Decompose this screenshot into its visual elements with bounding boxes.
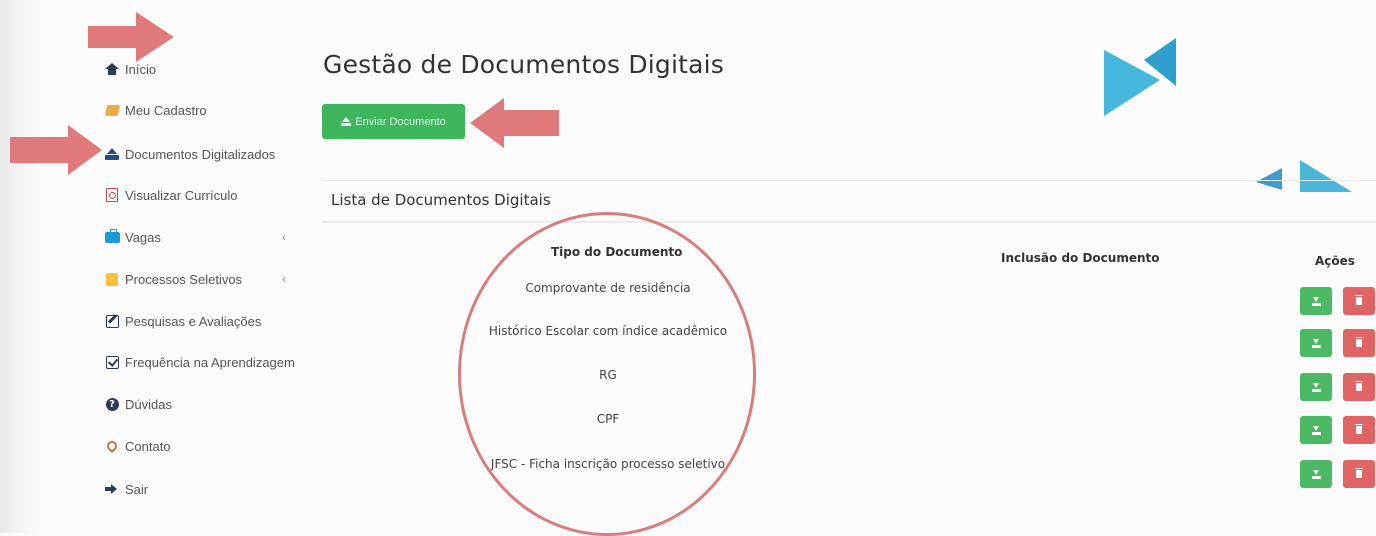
send-document-button[interactable]: Enviar Documento: [322, 104, 465, 139]
annotation-arrow-right-icon: [88, 12, 174, 62]
sidebar-item-label: Visualizar Currículo: [125, 187, 238, 203]
upload-icon: [341, 117, 352, 126]
brand-logo-fragment: [1256, 160, 1352, 192]
sidebar-item-label: Meu Cadastro: [125, 102, 207, 118]
check-square-icon: [104, 354, 120, 370]
panel-divider: [322, 221, 1376, 223]
book-icon: [104, 102, 120, 118]
sidebar-item-documentos-digitalizados[interactable]: Documentos Digitalizados: [104, 143, 275, 165]
sidebar-item-label: Documentos Digitalizados: [125, 146, 276, 162]
calendar-icon: [104, 271, 120, 287]
annotation-arrow-left-icon: [470, 98, 559, 148]
trash-icon: [1355, 381, 1363, 391]
delete-button[interactable]: [1343, 373, 1375, 401]
question-circle-icon: ?: [104, 396, 120, 412]
sidebar-item-processos-seletivos[interactable]: Processos Seletivos ‹: [104, 268, 286, 290]
chevron-left-icon: ‹: [282, 230, 286, 244]
upload-icon: [104, 146, 120, 162]
delete-button[interactable]: [1343, 416, 1375, 444]
sidebar-item-label: Sair: [125, 481, 149, 497]
panel-divider: [322, 180, 1376, 181]
sidebar-item-pesquisas-avaliacoes[interactable]: Pesquisas e Avaliações: [104, 310, 261, 332]
download-button[interactable]: [1300, 329, 1332, 357]
annotation-arrow-right-icon: [10, 125, 102, 175]
sidebar-item-meu-cadastro[interactable]: Meu Cadastro: [104, 99, 207, 121]
sidebar-item-sair[interactable]: Sair: [104, 478, 148, 500]
send-document-label: Enviar Documento: [355, 115, 446, 128]
sign-out-icon: [104, 481, 120, 497]
sidebar-item-frequencia[interactable]: Frequência na Aprendizagem: [104, 351, 295, 373]
delete-button[interactable]: [1343, 329, 1375, 357]
download-button[interactable]: [1300, 287, 1332, 315]
brand-logo: [1104, 38, 1176, 116]
edit-icon: [104, 313, 120, 329]
trash-icon: [1355, 337, 1363, 347]
download-icon: [1311, 382, 1321, 392]
table-cell-document-type: RG: [599, 368, 617, 382]
download-icon: [1311, 338, 1321, 348]
sidebar-item-label: Pesquisas e Avaliações: [125, 313, 262, 329]
chevron-left-icon: ‹: [282, 272, 286, 286]
panel-title: Lista de Documentos Digitais: [331, 191, 551, 209]
map-marker-icon: [104, 438, 120, 454]
download-button[interactable]: [1300, 416, 1332, 444]
download-button[interactable]: [1300, 373, 1332, 401]
sidebar-item-label: Vagas: [125, 229, 161, 245]
trash-icon: [1355, 424, 1363, 434]
sidebar-item-label: Contato: [125, 438, 171, 454]
column-header-inclusion: Inclusão do Documento: [1001, 251, 1160, 265]
column-header-type: Tipo do Documento: [551, 245, 683, 259]
sidebar-item-visualizar-curriculo[interactable]: Visualizar Currículo: [104, 184, 237, 206]
table-cell-document-type: JFSC - Ficha inscrição processo seletivo: [490, 457, 726, 471]
sidebar: Início Meu Cadastro Documentos Digitaliz…: [0, 0, 300, 533]
table-cell-document-type: Comprovante de residência: [525, 281, 691, 295]
delete-button[interactable]: [1343, 460, 1375, 488]
table-cell-document-type: Histórico Escolar com índice acadêmico: [488, 324, 728, 338]
sidebar-item-duvidas[interactable]: ? Dúvidas: [104, 393, 172, 415]
download-icon: [1311, 469, 1321, 479]
briefcase-icon: [104, 228, 120, 245]
trash-icon: [1355, 295, 1363, 305]
trash-icon: [1355, 468, 1363, 478]
sidebar-item-label: Dúvidas: [125, 396, 172, 412]
sidebar-item-vagas[interactable]: Vagas ‹: [104, 226, 286, 248]
table-cell-document-type: CPF: [596, 412, 620, 426]
download-icon: [1311, 296, 1321, 306]
download-button[interactable]: [1300, 460, 1332, 488]
sidebar-item-label: Processos Seletivos: [125, 271, 243, 287]
download-icon: [1311, 425, 1321, 435]
delete-button[interactable]: [1343, 287, 1375, 315]
sidebar-item-contato[interactable]: Contato: [104, 435, 171, 457]
sidebar-item-label: Frequência na Aprendizagem: [125, 354, 295, 370]
page-title: Gestão de Documentos Digitais: [323, 50, 725, 79]
pdf-icon: [104, 187, 120, 203]
column-header-actions: Ações: [1315, 254, 1355, 268]
